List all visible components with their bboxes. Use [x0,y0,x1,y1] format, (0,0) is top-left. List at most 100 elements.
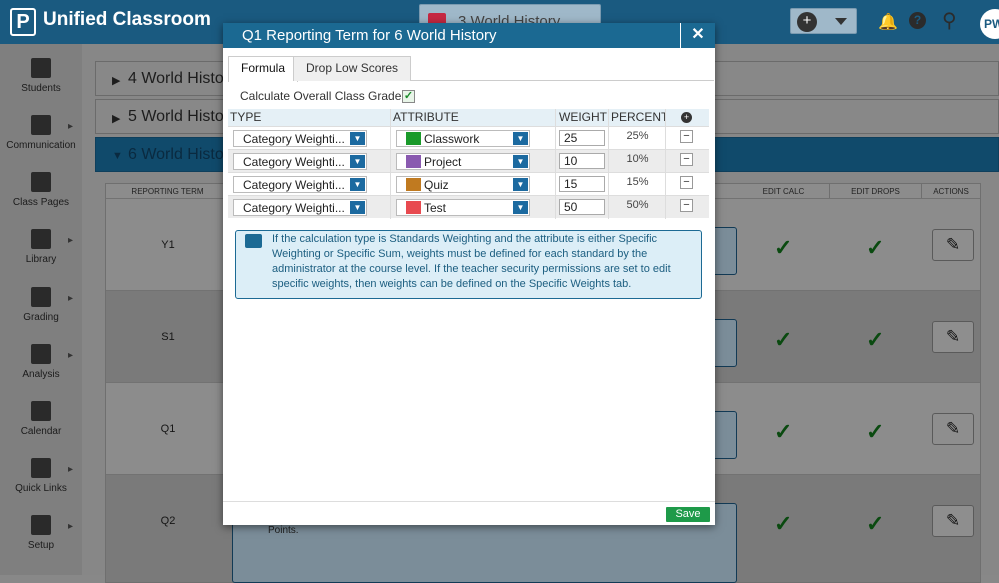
sidebar-item-class-pages[interactable]: Class Pages [0,166,82,223]
check-icon: ✓ [866,511,885,536]
remove-row-button[interactable]: − [680,130,693,143]
edit-button[interactable]: ✎ [932,505,974,537]
remove-row-button[interactable]: − [680,199,693,212]
bell-icon[interactable]: 🔔 [878,12,898,32]
weight-input[interactable] [559,176,605,192]
chevron-down-icon: ▼ [513,155,528,168]
search-icon[interactable]: ⚲ [942,8,957,33]
sidebar-item-label: Analysis [22,369,60,380]
save-button[interactable]: Save [666,507,710,522]
chevron-down-icon: ▼ [350,132,365,145]
column-divider [555,109,556,219]
reporting-term: Q2 [160,515,176,527]
attribute-select[interactable]: Test ▼ [396,199,530,216]
add-button[interactable]: + [790,8,857,34]
avatar[interactable]: PW [980,9,999,39]
percent-value: 10% [626,153,649,165]
pencil-icon: ✎ [945,327,961,346]
chevron-down-icon: ▼ [513,132,528,145]
pencil-icon: ✎ [945,419,961,438]
chevron-down-icon: ▼ [513,178,528,191]
attribute-select[interactable]: Classwork ▼ [396,130,530,147]
attribute-select-value: Quiz [424,178,449,192]
calc-overall-checkbox[interactable]: ✓ [402,90,415,103]
percent-value: 25% [626,130,649,142]
edit-button[interactable]: ✎ [932,413,974,445]
class-pages-icon [31,172,51,192]
chevron-down-icon: ▼ [350,201,365,214]
type-select[interactable]: Category Weighti... ▼ [233,176,367,193]
attribute-select[interactable]: Quiz ▼ [396,176,530,193]
column-header: PERCENT [609,109,669,126]
check-icon: ✓ [866,419,885,444]
chevron-right-icon: ▸ [68,121,74,132]
check-icon: ✓ [866,235,885,260]
sidebar-item-communication[interactable]: ▸ Communication [0,109,82,166]
pencil-icon: ✎ [945,511,961,530]
sidebar-item-setup[interactable]: ▸ Setup [0,509,82,566]
column-header: REPORTING TERM [106,184,230,198]
table-row: Category Weighti... ▼ Quiz ▼ 15% − [228,172,709,195]
type-select[interactable]: Category Weighti... ▼ [233,130,367,147]
weight-input[interactable] [559,153,605,169]
dialog-title: Q1 Reporting Term for 6 World History [242,27,497,44]
sidebar-item-analysis[interactable]: ▸ Analysis [0,338,82,395]
type-select-value: Category Weighti... [243,201,345,215]
sidebar-item-grading[interactable]: ▸ Grading [0,281,82,338]
chevron-right-icon: ▸ [68,521,74,532]
type-select[interactable]: Category Weighti... ▼ [233,153,367,170]
table-row: Category Weighti... ▼ Classwork ▼ 25% − [228,126,709,149]
grading-icon [31,287,51,307]
sidebar-item-label: Quick Links [15,483,67,494]
sidebar-item-calendar[interactable]: Calendar [0,395,82,452]
sidebar-item-label: Class Pages [12,197,70,208]
color-swatch [406,132,421,145]
weight-input[interactable] [559,199,605,215]
remove-row-button[interactable]: − [680,176,693,189]
weight-input[interactable] [559,130,605,146]
percent-value: 15% [626,176,649,188]
communication-icon [31,115,51,135]
accordion-label: 5 World Histo [128,108,224,125]
column-divider [665,109,666,219]
column-header: TYPE [228,109,390,126]
dialog-header: Q1 Reporting Term for 6 World History [223,23,715,48]
attribute-select[interactable]: Project ▼ [396,153,530,170]
sidebar-item-students[interactable]: Students [0,52,82,109]
remove-row-button[interactable]: − [680,153,693,166]
chevron-right-icon: ▸ [68,235,74,246]
add-row-cell: + [666,109,709,126]
sidebar-item-label: Setup [27,540,55,551]
students-icon [31,58,51,78]
help-icon[interactable]: ? [909,12,926,29]
sidebar-item-label: Communication [6,140,76,151]
reporting-term-dialog: Q1 Reporting Term for 6 World History ✕ … [223,23,715,525]
type-select[interactable]: Category Weighti... ▼ [233,199,367,216]
sidebar: Students ▸ Communication Class Pages ▸ L… [0,44,82,575]
edit-button[interactable]: ✎ [932,229,974,261]
close-icon: ✕ [691,26,705,43]
edit-button[interactable]: ✎ [932,321,974,353]
close-button[interactable]: ✕ [680,23,715,48]
sidebar-item-library[interactable]: ▸ Library [0,223,82,280]
column-header: WEIGHT [556,109,608,126]
pencil-icon: ✎ [945,235,961,254]
calculation-note: Points. [268,525,299,536]
column-header: EDIT DROPS [830,184,922,198]
color-swatch [406,178,421,191]
tab-formula[interactable]: Formula [228,56,299,82]
add-row-icon[interactable]: + [681,112,692,123]
type-select-value: Category Weighti... [243,155,345,169]
column-header: EDIT CALC [738,184,830,198]
app-title[interactable]: Unified Classroom [43,9,211,31]
tab-drop-low-scores[interactable]: Drop Low Scores [293,56,412,81]
app-logo[interactable]: P [10,8,36,36]
chevron-right-icon: ▸ [68,350,74,361]
gear-icon [31,515,51,535]
comment-icon [245,234,262,248]
column-header: ATTRIBUTE [391,109,555,126]
chevron-down-icon: ▼ [350,155,365,168]
reporting-term: Q1 [160,423,176,435]
column-divider [390,109,391,219]
sidebar-item-quick-links[interactable]: ▸ Quick Links [0,452,82,509]
